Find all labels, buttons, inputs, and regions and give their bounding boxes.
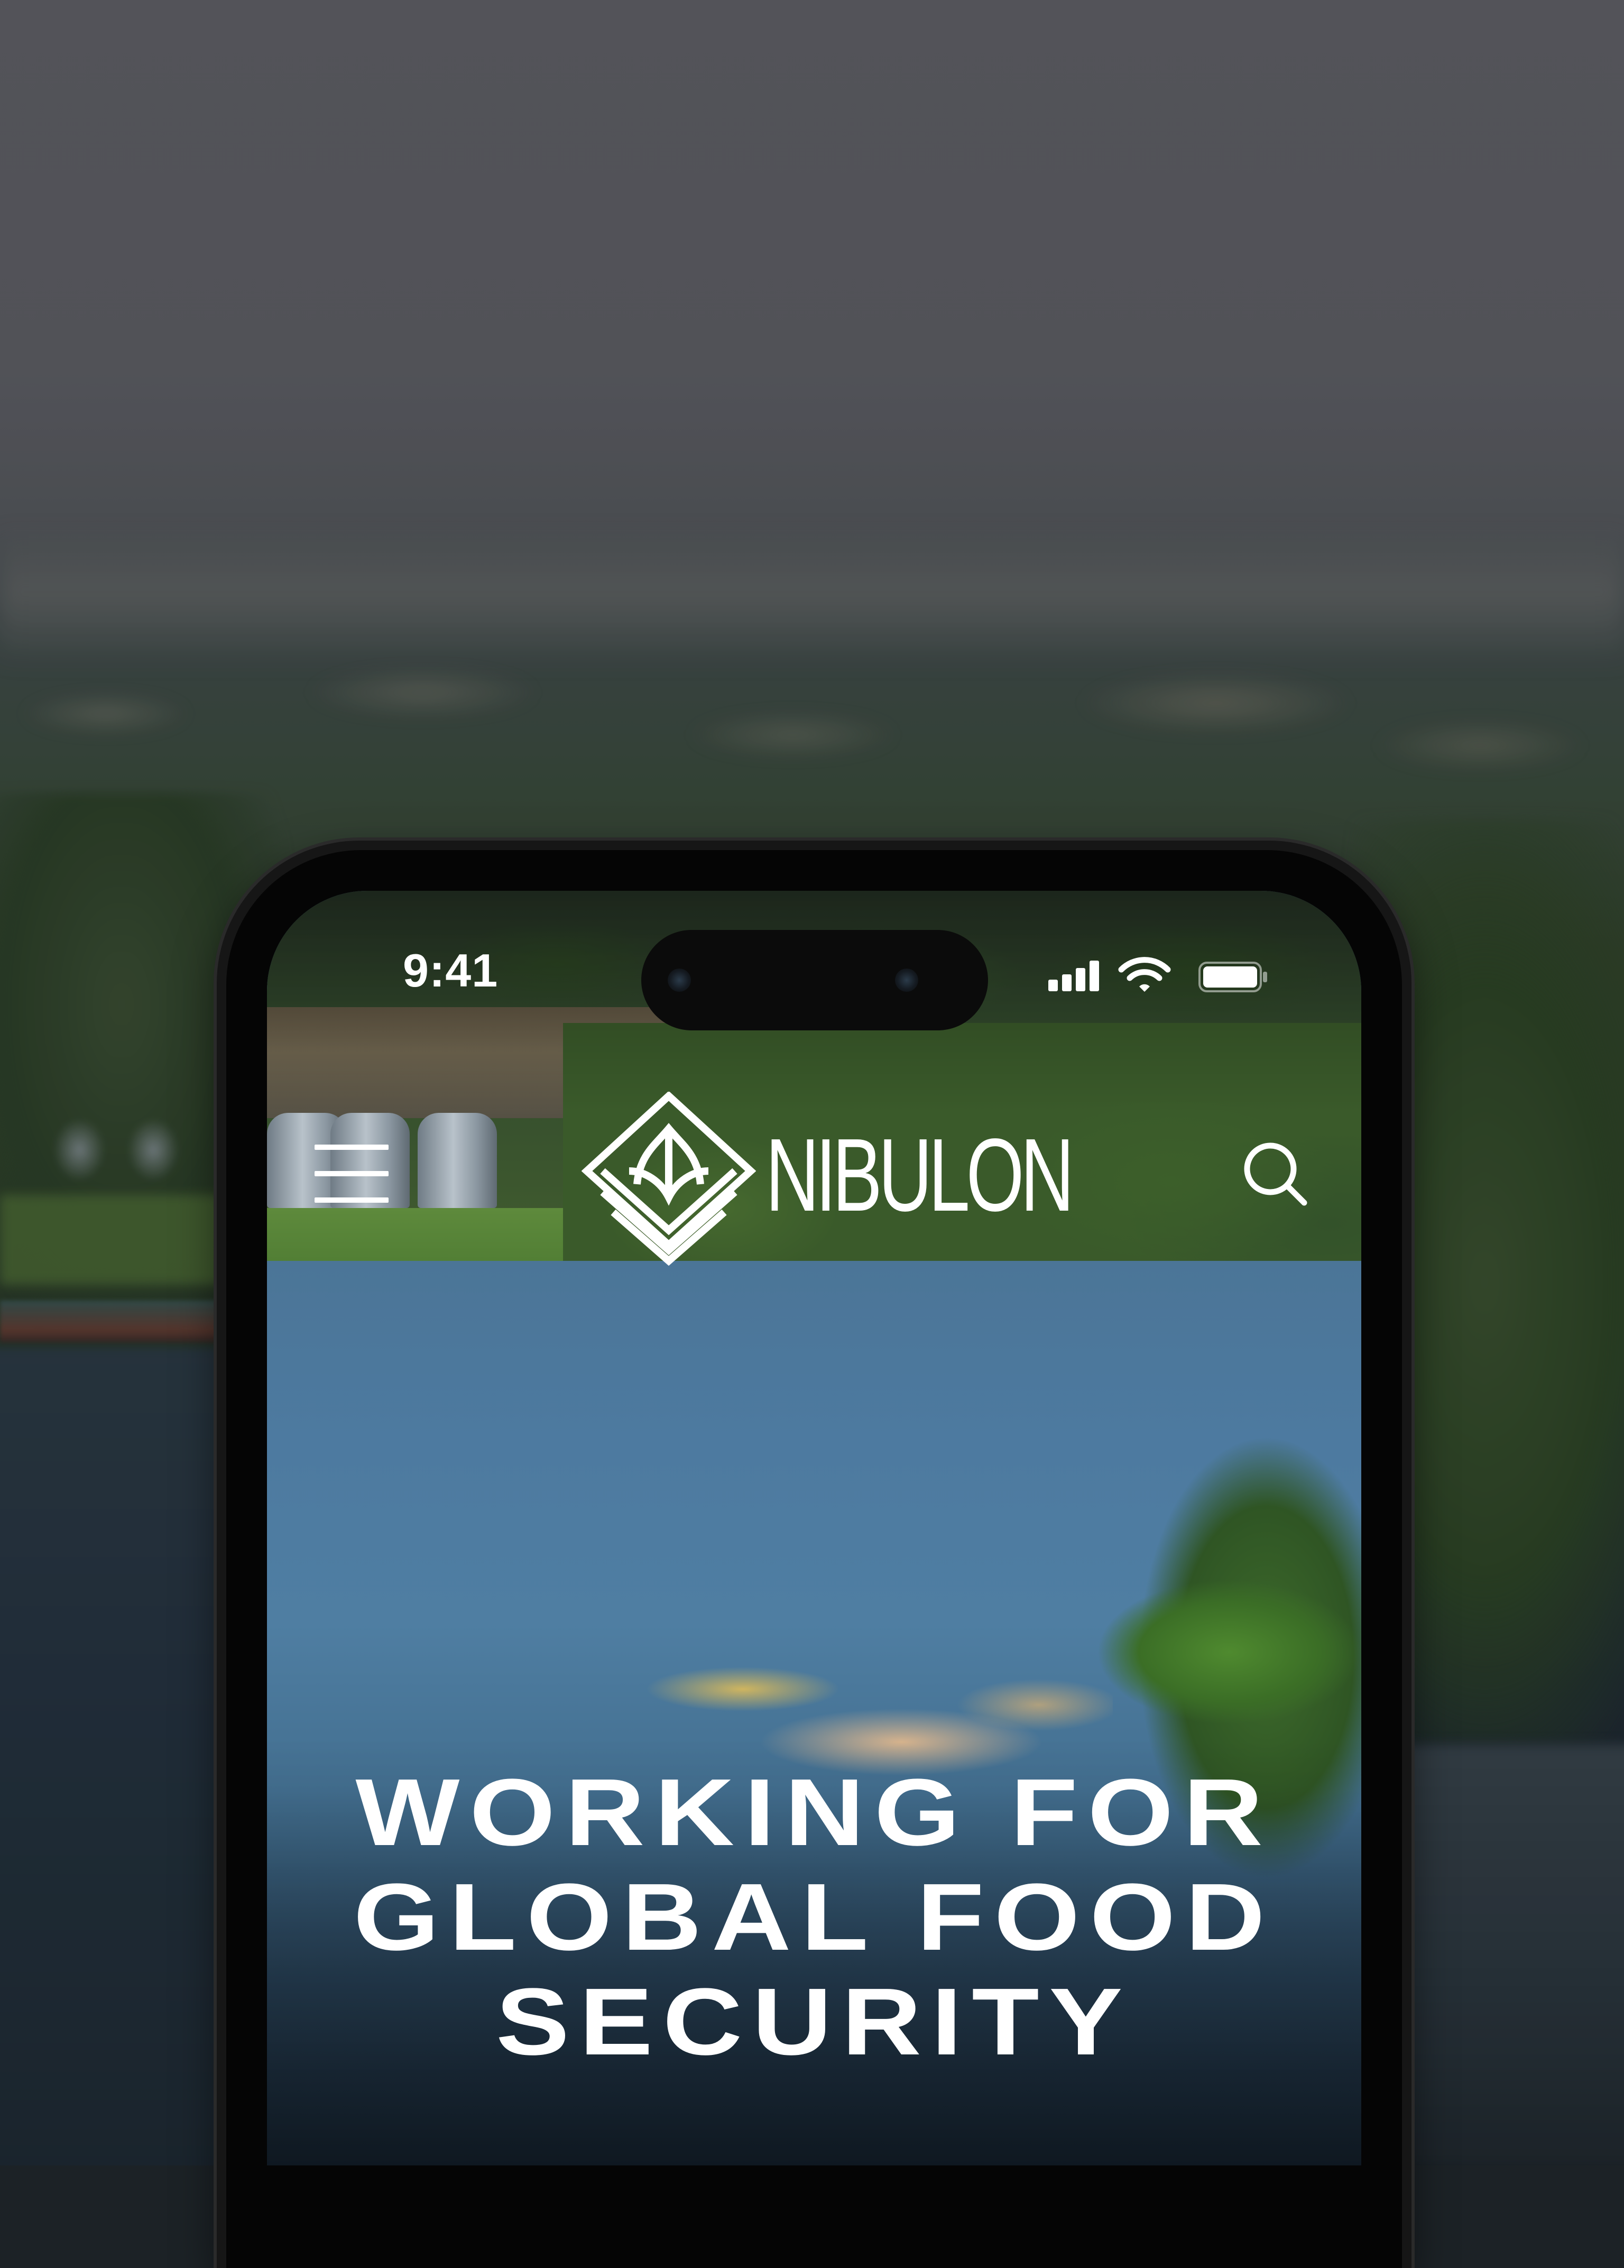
phone-screen: 9:41 NIBULON WORKING FOR GLOBAL FOOD SEC…: [267, 891, 1361, 2165]
hamburger-menu-icon-bar: [315, 1197, 389, 1203]
hamburger-menu-icon-bar: [315, 1171, 389, 1176]
hero-photo-silo: [418, 1113, 497, 1208]
hamburger-menu-icon: [315, 1145, 389, 1150]
status-bar-time: 9:41: [403, 944, 499, 997]
logo-wordmark: NIBULON: [765, 1117, 1074, 1233]
battery-icon: [1198, 962, 1267, 992]
face-sensor-icon: [895, 969, 918, 992]
hero-headline-line: GLOBAL FOOD: [353, 1864, 1275, 1970]
hero-headline-line: SECURITY: [495, 1969, 1133, 2075]
nibulon-logo[interactable]: NIBULON: [582, 1092, 1089, 1271]
front-camera-icon: [668, 969, 691, 992]
wifi-icon: [1118, 957, 1171, 992]
hero-headline-line: WORKING FOR: [355, 1759, 1273, 1866]
dynamic-island: [641, 930, 988, 1030]
cellular-signal-icon: [1048, 960, 1101, 991]
menu-button[interactable]: [315, 1139, 389, 1208]
logo-mark-icon: [582, 1092, 756, 1266]
search-button[interactable]: [1241, 1139, 1309, 1208]
search-icon: [1244, 1142, 1307, 1206]
hero-headline: WORKING FOR GLOBAL FOOD SECURITY: [267, 1760, 1361, 2075]
